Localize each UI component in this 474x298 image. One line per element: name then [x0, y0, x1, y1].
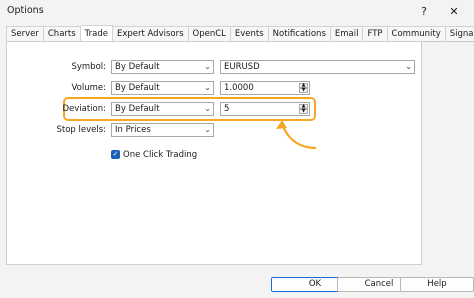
- stop-levels-value: In Prices: [115, 125, 151, 135]
- tab-trade[interactable]: Trade: [80, 25, 113, 42]
- chevron-down-icon: ⌄: [204, 83, 211, 92]
- tab-signals[interactable]: Signals: [445, 26, 474, 42]
- volume-value: 1.0000: [224, 83, 254, 93]
- symbol-label: Symbol:: [71, 62, 106, 72]
- symbol-value: EURUSD: [224, 62, 260, 72]
- help-button[interactable]: Help: [400, 277, 474, 292]
- tab-server[interactable]: Server: [6, 26, 44, 42]
- spin-down-icon[interactable]: ▼: [299, 88, 308, 93]
- stop-levels-label: Stop levels:: [56, 125, 106, 135]
- close-window-button[interactable]: ✕: [440, 0, 468, 22]
- deviation-mode-value: By Default: [115, 104, 160, 114]
- symbol-mode-value: By Default: [115, 62, 160, 72]
- stop-levels-select[interactable]: In Prices ⌄: [111, 123, 214, 137]
- volume-mode-select[interactable]: By Default ⌄: [111, 81, 214, 95]
- deviation-spin-buttons[interactable]: ▲ ▼: [299, 104, 308, 114]
- volume-spin-buttons[interactable]: ▲ ▼: [299, 83, 308, 93]
- tab-email[interactable]: Email: [330, 26, 364, 42]
- chevron-down-icon: ⌄: [204, 125, 211, 134]
- chevron-down-icon: ⌄: [204, 104, 211, 113]
- tab-opencl[interactable]: OpenCL: [188, 26, 231, 42]
- chevron-down-icon: ⌄: [405, 62, 412, 71]
- deviation-spinner[interactable]: 5 ▲ ▼: [220, 102, 310, 116]
- tab-expert-advisors[interactable]: Expert Advisors: [112, 26, 189, 42]
- spin-down-icon[interactable]: ▼: [299, 109, 308, 114]
- chevron-down-icon: ⌄: [204, 62, 211, 71]
- tab-community[interactable]: Community: [387, 26, 446, 42]
- deviation-value: 5: [224, 104, 230, 114]
- tab-notifications[interactable]: Notifications: [268, 26, 331, 42]
- help-title-button[interactable]: ?: [410, 0, 438, 22]
- tab-strip: Server Charts Trade Expert Advisors Open…: [6, 25, 474, 42]
- trade-settings-panel: [6, 41, 422, 265]
- tab-charts[interactable]: Charts: [43, 26, 81, 42]
- tab-events[interactable]: Events: [230, 26, 269, 42]
- symbol-mode-select[interactable]: By Default ⌄: [111, 60, 214, 74]
- title-bar: [0, 0, 474, 24]
- one-click-trading-label[interactable]: One Click Trading: [123, 150, 197, 160]
- window-title: Options: [7, 5, 44, 16]
- one-click-trading-checkbox[interactable]: ✓: [111, 150, 120, 159]
- volume-label: Volume:: [71, 83, 106, 93]
- tab-ftp[interactable]: FTP: [363, 26, 388, 42]
- curved-arrow-icon: [276, 120, 317, 150]
- deviation-mode-select[interactable]: By Default ⌄: [111, 102, 214, 116]
- symbol-select[interactable]: EURUSD ⌄: [220, 60, 415, 74]
- volume-spinner[interactable]: 1.0000 ▲ ▼: [220, 81, 310, 95]
- volume-mode-value: By Default: [115, 83, 160, 93]
- deviation-label: Deviation:: [62, 104, 106, 114]
